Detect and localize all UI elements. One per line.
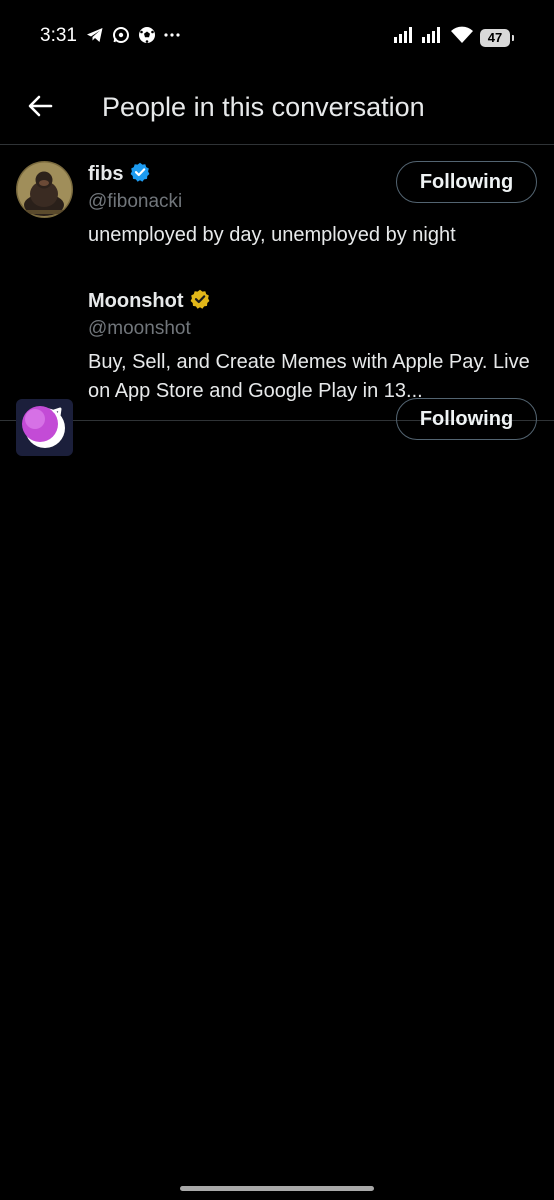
display-name[interactable]: fibs (88, 163, 124, 186)
battery-indicator: 47 (480, 28, 514, 47)
home-indicator[interactable] (180, 1186, 374, 1191)
user-bio: unemployed by day, unemployed by night (88, 224, 456, 246)
system-icons: 47 (394, 26, 514, 49)
page-title: People in this conversation (102, 92, 425, 122)
display-name[interactable]: Moonshot (88, 290, 184, 313)
soccer-ball-icon (138, 26, 156, 44)
telegram-icon (86, 27, 104, 43)
avatar[interactable] (16, 399, 73, 456)
following-button[interactable]: Following (396, 398, 537, 440)
arrow-left-icon (27, 94, 53, 123)
name-row: Moonshot (88, 286, 538, 316)
person-item[interactable]: Moonshot @moonshot Buy, Sell, and Create… (0, 264, 554, 456)
wifi-icon (450, 26, 474, 49)
signal-icon (394, 27, 416, 48)
following-button[interactable]: Following (396, 161, 537, 203)
status-bar: 3:31 47 (0, 0, 554, 70)
verified-badge-icon (190, 289, 210, 314)
page-header: People in this conversation (0, 70, 554, 145)
user-handle[interactable]: @moonshot (88, 316, 538, 342)
avatar[interactable] (16, 161, 73, 218)
status-time: 3:31 (40, 25, 77, 46)
people-list: fibs @fibonacki unemployed by day, unemp… (0, 145, 554, 456)
whatsapp-icon (112, 26, 130, 44)
notification-icons (86, 26, 180, 44)
signal-icon (422, 27, 444, 48)
verified-badge-icon (130, 162, 150, 187)
person-item[interactable]: fibs @fibonacki unemployed by day, unemp… (0, 145, 554, 264)
more-dots-icon (164, 32, 180, 38)
back-button[interactable] (22, 90, 58, 126)
